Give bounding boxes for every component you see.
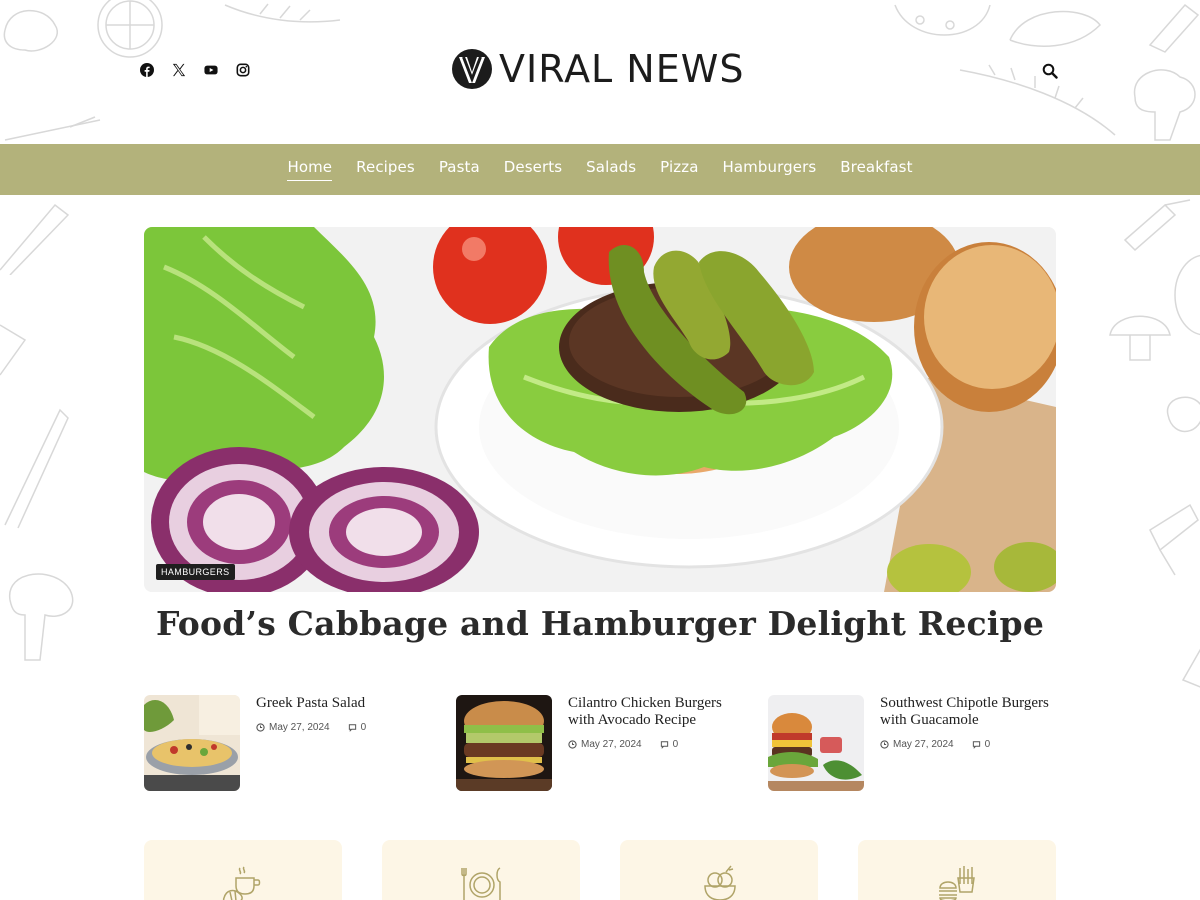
fries-burger-icon	[939, 866, 975, 900]
main-navigation: Home Recipes Pasta Deserts Salads Pizza …	[0, 144, 1200, 195]
instagram-icon[interactable]	[236, 63, 250, 77]
logo-v-icon	[452, 49, 492, 89]
post-thumbnail[interactable]	[144, 695, 240, 791]
category-badge[interactable]: HAMBURGERS	[156, 564, 235, 580]
chipotle-burger-image	[768, 695, 864, 791]
post-meta: May 27, 2024 0	[256, 722, 366, 733]
nav-item-hamburgers[interactable]: Hamburgers	[723, 158, 817, 181]
post-card[interactable]: Greek Pasta Salad May 27, 2024 0	[144, 695, 434, 792]
post-comments-count[interactable]: 0	[361, 722, 367, 733]
leaf-doodle-icon	[0, 324, 27, 376]
post-title[interactable]: Greek Pasta Salad	[256, 695, 436, 712]
nav-item-deserts[interactable]: Deserts	[504, 158, 562, 181]
search-icon[interactable]	[1042, 63, 1058, 79]
logo-text: VIRAL NEWS	[499, 47, 745, 91]
carrot-right-doodle-icon	[1123, 199, 1191, 252]
clock-icon	[256, 723, 265, 732]
comment-icon	[972, 741, 980, 749]
category-card[interactable]	[144, 840, 342, 900]
carrot-right-2-doodle-icon	[1149, 503, 1199, 576]
carrot-left-doodle-icon	[0, 203, 70, 275]
pepper-doodle-icon	[1181, 648, 1200, 688]
hero-title[interactable]: Food’s Cabbage and Hamburger Delight Rec…	[0, 604, 1200, 643]
onion-doodle-icon	[1174, 254, 1200, 336]
post-date: May 27, 2024	[581, 739, 642, 750]
comment-icon	[660, 741, 668, 749]
post-date: May 27, 2024	[269, 722, 330, 733]
nav-item-recipes[interactable]: Recipes	[356, 158, 415, 181]
youtube-icon[interactable]	[204, 63, 218, 77]
nav-item-breakfast[interactable]: Breakfast	[840, 158, 912, 181]
post-title[interactable]: Cilantro Chicken Burgers with Avocado Re…	[568, 695, 748, 729]
post-meta: May 27, 2024 0	[880, 739, 990, 750]
post-thumbnail[interactable]	[768, 695, 864, 791]
site-header: VIRAL NEWS	[0, 0, 1200, 144]
post-title[interactable]: Southwest Chipotle Burgers with Guacamol…	[880, 695, 1060, 729]
ice-cream-bowl-icon	[704, 865, 736, 900]
mushroom-doodle-2-icon	[1109, 315, 1171, 361]
x-twitter-icon[interactable]	[172, 63, 186, 77]
croissant-coffee-icon	[222, 866, 261, 900]
nav-item-pasta[interactable]: Pasta	[439, 158, 480, 181]
category-card[interactable]	[620, 840, 818, 900]
clock-icon	[880, 740, 889, 749]
category-card[interactable]	[858, 840, 1056, 900]
nav-item-pizza[interactable]: Pizza	[660, 158, 698, 181]
post-comments-count[interactable]: 0	[985, 739, 991, 750]
hero-burger-illustration	[144, 227, 1056, 592]
site-logo[interactable]: VIRAL NEWS	[451, 47, 744, 91]
post-thumbnail[interactable]	[456, 695, 552, 791]
clock-icon	[568, 740, 577, 749]
post-card[interactable]: Cilantro Chicken Burgers with Avocado Re…	[456, 695, 746, 792]
facebook-icon[interactable]	[140, 63, 154, 77]
nav-list: Home Recipes Pasta Deserts Salads Pizza …	[287, 158, 912, 181]
carrot-long-doodle-icon	[4, 408, 69, 529]
comment-icon	[348, 724, 356, 732]
nav-item-salads[interactable]: Salads	[586, 158, 636, 181]
hero-image[interactable]: HAMBURGERS	[144, 227, 1056, 592]
pasta-salad-image	[144, 695, 240, 791]
post-comments-count[interactable]: 0	[673, 739, 679, 750]
chicken-burger-image	[456, 695, 552, 791]
garlic-doodle-icon	[1166, 396, 1200, 433]
nav-item-home[interactable]: Home	[287, 158, 332, 181]
plate-cutlery-icon	[461, 867, 501, 900]
post-date: May 27, 2024	[893, 739, 954, 750]
category-card[interactable]	[382, 840, 580, 900]
post-card[interactable]: Southwest Chipotle Burgers with Guacamol…	[768, 695, 1058, 792]
social-links	[140, 63, 250, 77]
post-meta: May 27, 2024 0	[568, 739, 678, 750]
